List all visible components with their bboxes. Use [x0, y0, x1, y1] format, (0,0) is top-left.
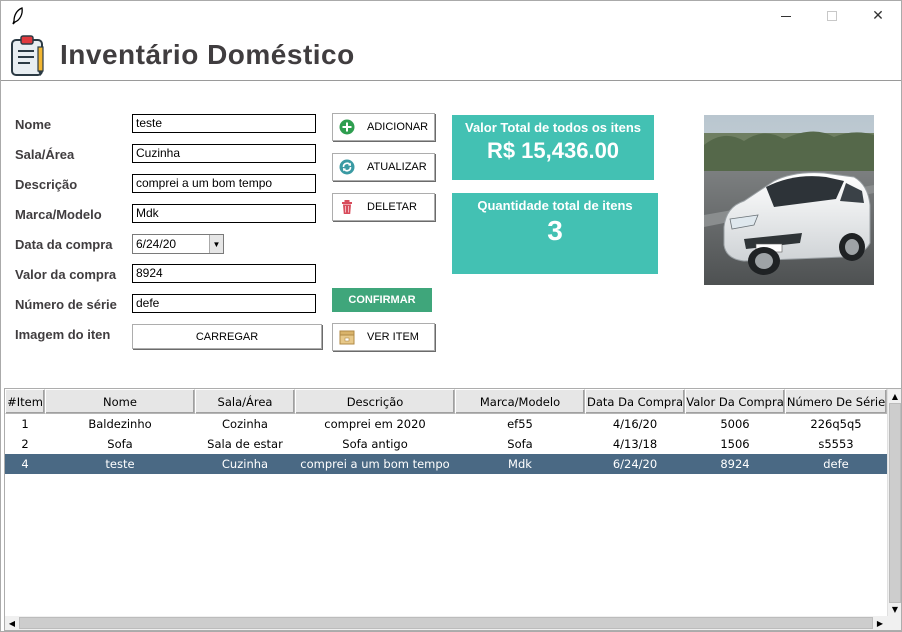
total-value: R$ 15,436.00 [486, 138, 620, 163]
minimize-icon [781, 15, 791, 17]
serie-label: Número de série [15, 297, 117, 312]
total-quantity-label: Quantidade total de itens [477, 198, 633, 213]
column-header[interactable]: Número De Série [785, 389, 887, 414]
horizontal-scroll-thumb[interactable] [19, 617, 873, 629]
total-quantity: 3 [547, 215, 563, 246]
title-bar: ✕ [1, 1, 901, 31]
delete-button-label: DELETAR [367, 201, 417, 213]
table-cell: 4/13/18 [612, 437, 658, 451]
clipboard-icon [11, 35, 44, 76]
table-cell: Cuzinha [221, 457, 269, 471]
feather-icon [12, 7, 23, 25]
view-item-button[interactable]: VER ITEM [332, 323, 435, 351]
refresh-icon [339, 159, 355, 175]
minimize-button[interactable] [763, 1, 809, 31]
table-row[interactable]: 4 teste Cuzinha comprei a um bom tempo Mdk 6/… [5, 454, 887, 474]
total-value-card: Valor Total de todos os itens R$ 15,436.… [452, 115, 654, 180]
update-button[interactable]: ATUALIZAR [332, 153, 435, 181]
date-value: 6/24/20 [136, 237, 177, 251]
table-cell: Sofa antigo [342, 437, 408, 451]
scroll-down-icon[interactable]: ▼ [888, 602, 902, 616]
vertical-scroll-thumb[interactable] [889, 403, 901, 603]
data-label: Data da compra [15, 237, 113, 252]
chevron-down-icon[interactable]: ▼ [209, 235, 223, 253]
app-header: Inventário Doméstico [1, 31, 901, 81]
table-cell: ef55 [507, 417, 533, 431]
imagem-label: Imagem do iten [15, 327, 111, 342]
load-image-button[interactable]: CARREGAR [132, 324, 322, 349]
table-cell: Mdk [508, 457, 532, 471]
add-button-label: ADICIONAR [367, 121, 429, 133]
trash-icon [342, 200, 352, 214]
total-value-label: Valor Total de todos os itens [464, 120, 641, 135]
scroll-up-icon[interactable]: ▲ [888, 389, 902, 403]
table-cell: Sofa [507, 437, 533, 451]
confirm-button[interactable]: CONFIRMAR [332, 288, 432, 312]
table-cell: defe [823, 457, 849, 471]
table-cell: 5006 [720, 417, 750, 431]
table-cell: 8924 [720, 457, 750, 471]
table-cell: Cozinha [222, 417, 268, 431]
table-cell: comprei a um bom tempo [300, 457, 450, 471]
delete-button[interactable]: DELETAR [332, 193, 435, 221]
table-cell: 2 [21, 437, 29, 451]
column-header[interactable]: #Item [5, 389, 45, 414]
item-image [704, 115, 874, 285]
table-cell: teste [105, 457, 135, 471]
plus-circle-icon [339, 119, 355, 135]
sala-label: Sala/Área [15, 147, 75, 162]
table-cell: 4/16/20 [612, 417, 658, 431]
valor-label: Valor da compra [15, 267, 117, 282]
scrollbar-corner [887, 616, 901, 630]
total-quantity-card: Quantidade total de itens 3 [452, 193, 658, 274]
table-cell: 1 [21, 417, 29, 431]
table-cell: Baldezinho [88, 417, 152, 431]
table-cell: 4 [21, 457, 29, 471]
column-header[interactable]: Valor Da Compra [685, 389, 785, 414]
close-button[interactable]: ✕ [855, 1, 901, 31]
table-cell: 226q5q5 [810, 417, 862, 431]
column-header[interactable]: Nome [45, 389, 195, 414]
date-picker[interactable]: 6/24/20 ▼ [132, 234, 224, 254]
app-window: ✕ Inventário Doméstico Nome teste Sala/Á… [0, 0, 902, 632]
descricao-field[interactable]: comprei a um bom tempo [132, 174, 316, 193]
vertical-scrollbar[interactable]: ▲ ▼ [887, 389, 901, 616]
table-cell: comprei em 2020 [324, 417, 426, 431]
table-body: 1 Baldezinho Cozinha comprei em 2020 ef55 4/1… [5, 414, 887, 474]
table-row[interactable]: 1 Baldezinho Cozinha comprei em 2020 ef55 4/1… [5, 414, 887, 434]
maximize-icon [827, 11, 837, 21]
add-button[interactable]: ADICIONAR [332, 113, 435, 141]
scroll-left-icon[interactable]: ◀ [5, 616, 19, 630]
inventory-table: #Item Nome Sala/Área Descrição Marca/Modelo D… [4, 388, 902, 631]
marca-field[interactable]: Mdk [132, 204, 316, 223]
descricao-label: Descrição [15, 177, 78, 192]
page-title: Inventário Doméstico [60, 39, 355, 70]
update-button-label: ATUALIZAR [367, 161, 427, 173]
nome-field[interactable]: teste [132, 114, 316, 133]
nome-label: Nome [15, 117, 52, 132]
column-header[interactable]: Marca/Modelo [455, 389, 585, 414]
box-icon [339, 330, 355, 345]
table-row[interactable]: 2 Sofa Sala de estar Sofa antigo Sofa 4/13/18… [5, 434, 887, 454]
scroll-right-icon[interactable]: ▶ [873, 616, 887, 630]
valor-field[interactable]: 8924 [132, 264, 316, 283]
table-cell: 6/24/20 [612, 457, 658, 471]
table-cell: 1506 [720, 437, 750, 451]
view-item-button-label: VER ITEM [367, 331, 419, 343]
table-header: #Item Nome Sala/Área Descrição Marca/Modelo D… [5, 389, 887, 414]
maximize-button[interactable] [809, 1, 855, 31]
table-cell: s5553 [818, 437, 854, 451]
column-header[interactable]: Sala/Área [195, 389, 295, 414]
horizontal-scrollbar[interactable]: ◀ ▶ [5, 616, 887, 630]
column-header[interactable]: Data Da Compra [585, 389, 685, 414]
marca-label: Marca/Modelo [15, 207, 102, 222]
close-icon: ✕ [872, 8, 884, 24]
sala-field[interactable]: Cuzinha [132, 144, 316, 163]
column-header[interactable]: Descrição [295, 389, 455, 414]
serie-field[interactable]: defe [132, 294, 316, 313]
table-cell: Sofa [107, 437, 133, 451]
table-cell: Sala de estar [207, 437, 283, 451]
